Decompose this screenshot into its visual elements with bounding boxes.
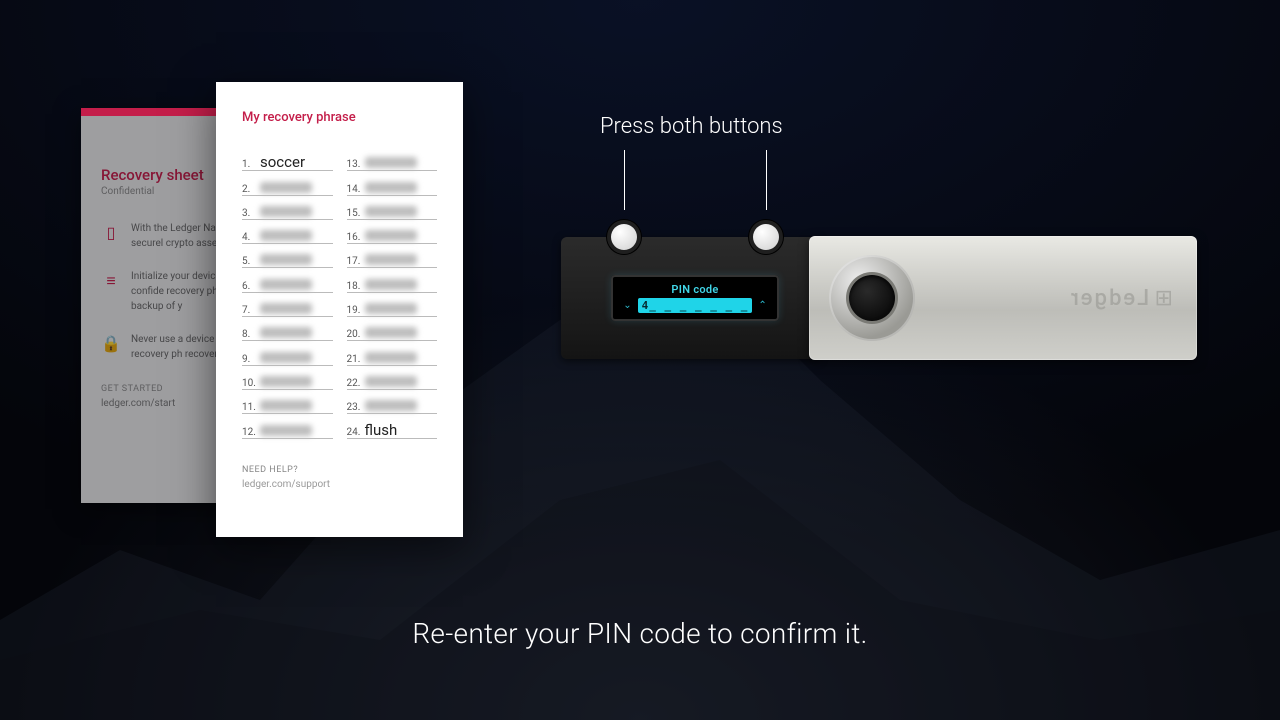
blurred-word	[365, 230, 417, 241]
callout-line	[624, 150, 625, 210]
blurred-word	[260, 303, 312, 314]
press-both-buttons-label: Press both buttons	[600, 114, 783, 139]
list-icon: ≡	[101, 269, 121, 314]
phrase-slot: 12.	[242, 414, 333, 438]
phrase-slot: 14.	[347, 171, 438, 195]
ledger-device: Ledger PIN code ⌄ 4_ _ _ _ _ _ _ ⌃	[561, 237, 1197, 359]
phrase-column-right: 13. 14. 15. 16. 17. 18. 19. 20. 21. 22. …	[347, 147, 438, 439]
blurred-word	[365, 400, 417, 411]
phrase-slot: 2.	[242, 171, 333, 195]
blurred-word	[260, 425, 312, 436]
hardware-left-button[interactable]	[611, 224, 637, 250]
support-url: ledger.com/support	[242, 479, 437, 490]
blurred-word	[365, 254, 417, 265]
blurred-word	[260, 352, 312, 363]
phrase-slot: 9.	[242, 341, 333, 365]
swivel-hole	[849, 275, 895, 321]
phrase-word-24: flush	[365, 421, 398, 439]
phrase-slot: 11.	[242, 390, 333, 414]
phrase-slot: 8.	[242, 317, 333, 341]
blurred-word	[365, 279, 417, 290]
phrase-slot: 16.	[347, 220, 438, 244]
blurred-word	[365, 376, 417, 387]
phrase-slot: 24.flush	[347, 414, 438, 438]
need-help-label: NEED HELP?	[242, 465, 437, 475]
device-screen: PIN code ⌄ 4_ _ _ _ _ _ _ ⌃	[611, 275, 779, 321]
blurred-word	[260, 230, 312, 241]
instruction-text: Re-enter your PIN code to confirm it.	[0, 617, 1280, 650]
chevron-down-icon: ⌄	[623, 300, 631, 311]
blurred-word	[365, 352, 417, 363]
phrase-slot: 22.	[347, 366, 438, 390]
phrase-slot: 19.	[347, 293, 438, 317]
chevron-up-icon: ⌃	[758, 300, 766, 311]
blurred-word	[260, 182, 312, 193]
phrase-slot: 5.	[242, 244, 333, 268]
blurred-word	[260, 327, 312, 338]
screen-title: PIN code	[671, 283, 718, 296]
phrase-slot: 1.soccer	[242, 147, 333, 171]
phrase-slot: 3.	[242, 196, 333, 220]
blurred-word	[260, 376, 312, 387]
blurred-word	[365, 206, 417, 217]
callout-line	[766, 150, 767, 210]
blurred-word	[260, 279, 312, 290]
phrase-slot: 15.	[347, 196, 438, 220]
pin-placeholders: _ _ _ _ _ _ _	[649, 299, 748, 312]
recovery-phrase-card: My recovery phrase 1.soccer 2. 3. 4. 5. …	[216, 82, 463, 537]
hardware-right-button[interactable]	[753, 224, 779, 250]
blurred-word	[365, 303, 417, 314]
blurred-word	[260, 400, 312, 411]
phrase-slot: 17.	[347, 244, 438, 268]
ledger-logo: Ledger	[1069, 286, 1173, 311]
device-icon: ▯	[101, 221, 121, 251]
blurred-word	[365, 157, 417, 168]
blurred-word	[260, 206, 312, 217]
phrase-slot: 7.	[242, 293, 333, 317]
phrase-slot: 6.	[242, 268, 333, 292]
blurred-word	[260, 254, 312, 265]
phrase-column-left: 1.soccer 2. 3. 4. 5. 6. 7. 8. 9. 10. 11.…	[242, 147, 333, 439]
pin-entry-box: 4_ _ _ _ _ _ _	[638, 298, 753, 313]
phrase-slot: 13.	[347, 147, 438, 171]
phrase-slot: 20.	[347, 317, 438, 341]
lock-icon: 🔒	[101, 332, 121, 362]
phrase-slot: 21.	[347, 341, 438, 365]
phrase-slot: 23.	[347, 390, 438, 414]
recovery-phrase-title: My recovery phrase	[242, 110, 437, 125]
phrase-slot: 18.	[347, 268, 438, 292]
blurred-word	[365, 327, 417, 338]
phrase-slot: 10.	[242, 366, 333, 390]
phrase-word-1: soccer	[260, 153, 305, 171]
blurred-word	[365, 182, 417, 193]
phrase-slot: 4.	[242, 220, 333, 244]
